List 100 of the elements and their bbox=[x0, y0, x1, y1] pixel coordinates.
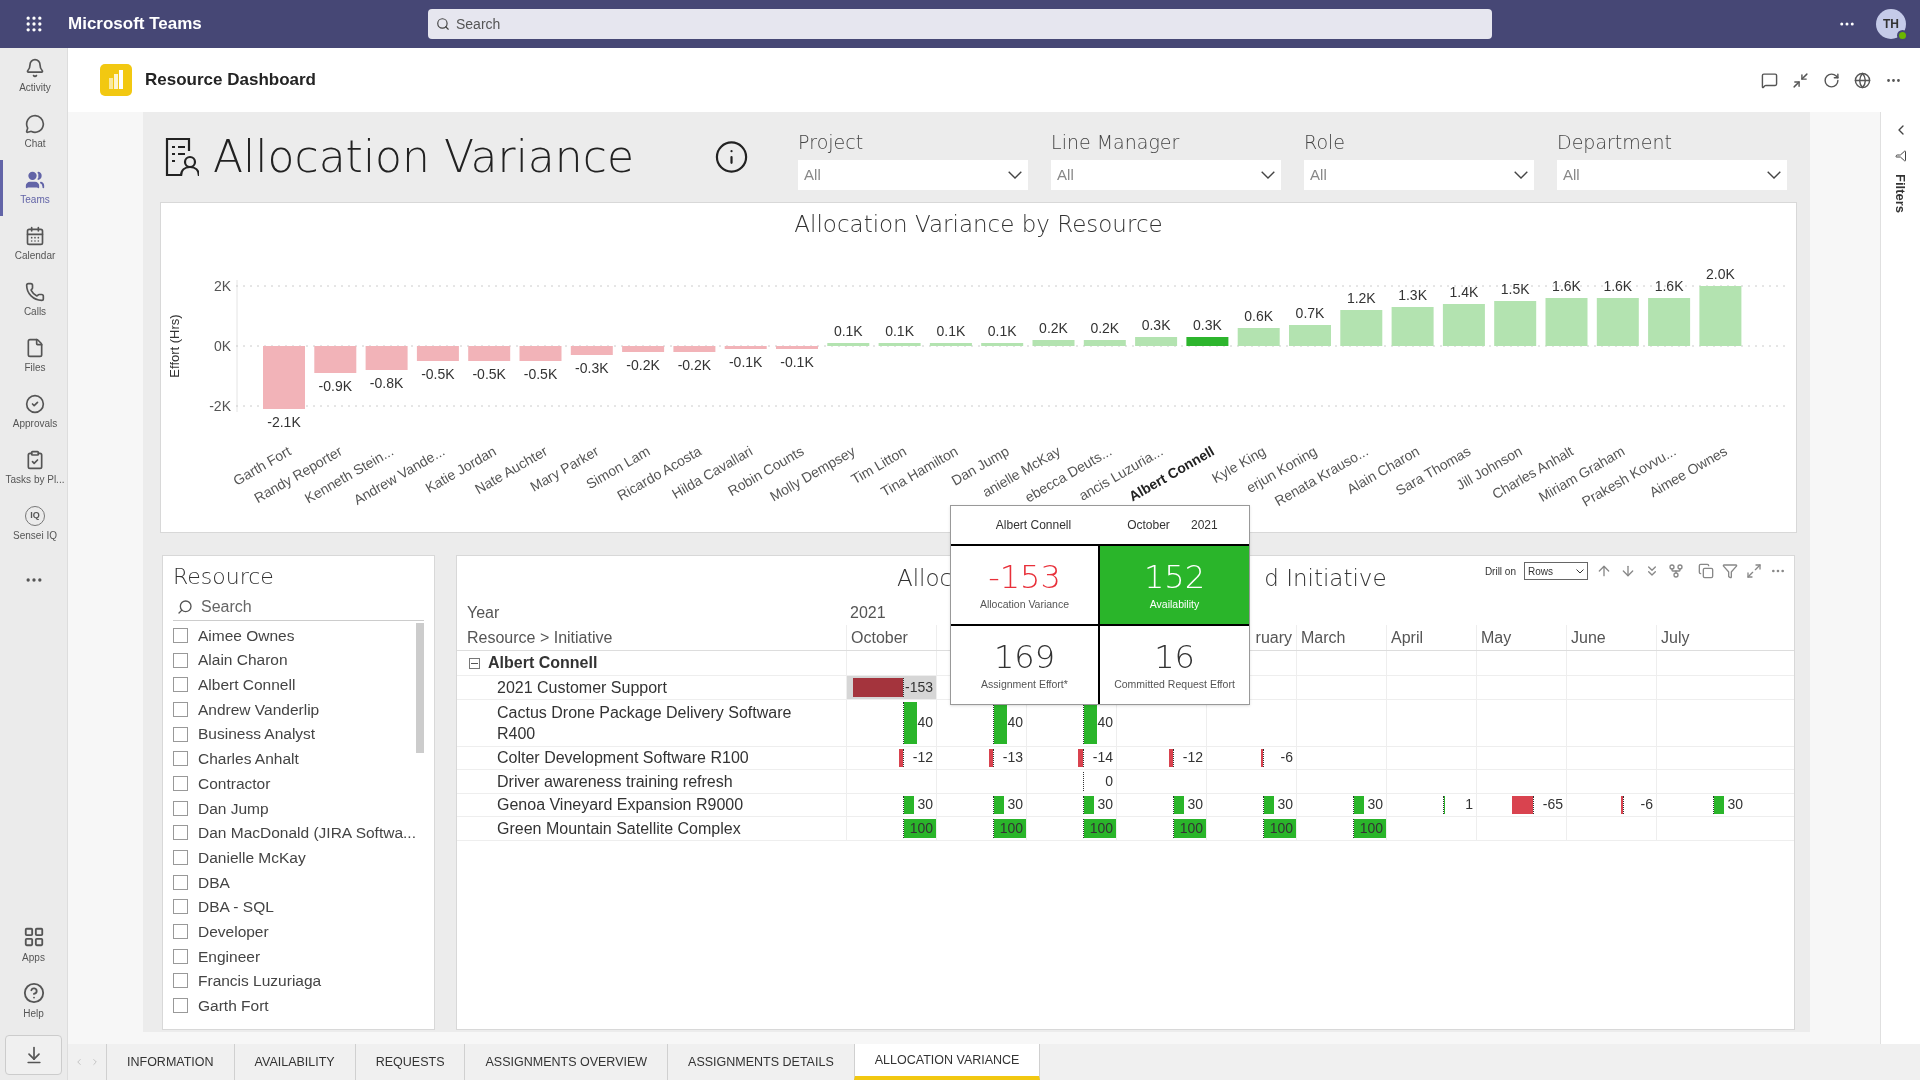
matrix-cell[interactable]: -6 bbox=[1206, 746, 1296, 769]
drill-up-icon[interactable] bbox=[1596, 563, 1612, 579]
matrix-cell[interactable]: 100 bbox=[1296, 817, 1386, 840]
matrix-cell[interactable]: 100 bbox=[846, 817, 936, 840]
bar[interactable] bbox=[1494, 300, 1537, 346]
expand-hierarchy-icon[interactable] bbox=[1668, 563, 1684, 579]
matrix-cell[interactable]: 30 bbox=[1026, 793, 1116, 816]
rail-item[interactable]: Help bbox=[0, 973, 67, 1029]
checkbox[interactable] bbox=[173, 726, 188, 742]
slicer-search-field[interactable]: Search bbox=[173, 593, 424, 621]
matrix-cell[interactable]: -14 bbox=[1026, 746, 1116, 769]
bar[interactable] bbox=[1083, 339, 1126, 346]
slicer-item[interactable]: DBA - SQL bbox=[173, 894, 416, 920]
matrix-cell[interactable]: -12 bbox=[846, 746, 936, 769]
bar[interactable] bbox=[1545, 297, 1588, 346]
matrix-cell[interactable]: 30 bbox=[936, 793, 1026, 816]
slicer-item[interactable]: Francis Luzuriaga bbox=[173, 968, 416, 994]
drill-select[interactable]: Rows bbox=[1524, 562, 1588, 580]
matrix-cell[interactable]: 30 bbox=[1296, 793, 1386, 816]
bar[interactable] bbox=[1289, 324, 1331, 346]
checkbox[interactable] bbox=[173, 899, 188, 915]
filter-dropdown[interactable]: All bbox=[1051, 160, 1282, 191]
checkbox[interactable] bbox=[173, 998, 188, 1014]
bar[interactable] bbox=[1596, 297, 1639, 346]
checkbox[interactable] bbox=[173, 775, 188, 791]
checkbox[interactable] bbox=[173, 677, 188, 693]
bar[interactable] bbox=[673, 345, 716, 352]
search-field[interactable]: Search bbox=[428, 9, 1492, 39]
rail-item[interactable]: Calls bbox=[0, 272, 67, 328]
checkbox[interactable] bbox=[173, 800, 188, 816]
bar[interactable] bbox=[827, 342, 870, 346]
matrix-cell[interactable]: 100 bbox=[936, 817, 1026, 840]
matrix-cell[interactable]: 1 bbox=[1386, 793, 1476, 816]
rail-item[interactable]: Chat bbox=[0, 104, 67, 160]
bar[interactable] bbox=[1340, 309, 1383, 346]
download-button[interactable] bbox=[5, 1035, 62, 1075]
copy-icon[interactable] bbox=[1698, 563, 1714, 579]
bar[interactable] bbox=[314, 345, 357, 373]
bar[interactable] bbox=[1391, 306, 1434, 346]
checkbox[interactable] bbox=[173, 948, 188, 964]
bar[interactable] bbox=[1442, 303, 1485, 346]
slicer-item[interactable]: Dan Jump bbox=[173, 795, 416, 821]
page-tab[interactable]: ASSIGNMENTS DETAILS bbox=[667, 1044, 854, 1080]
slicer-item[interactable]: Garth Fort bbox=[173, 993, 416, 1018]
slicer-item[interactable]: Albert Connell bbox=[173, 672, 416, 698]
info-icon[interactable] bbox=[714, 139, 750, 175]
matrix-cell[interactable]: 40 bbox=[846, 699, 936, 746]
bar[interactable] bbox=[981, 342, 1024, 346]
drill-down-icon[interactable] bbox=[1620, 563, 1636, 579]
slicer-item[interactable]: DBA bbox=[173, 869, 416, 895]
bar[interactable] bbox=[724, 345, 767, 349]
matrix-cell[interactable]: 0 bbox=[1026, 770, 1116, 793]
collapse-icon[interactable] bbox=[1792, 71, 1809, 89]
slicer-item[interactable]: Contractor bbox=[173, 771, 416, 796]
bar[interactable] bbox=[622, 345, 665, 352]
matrix-cell[interactable]: 30 bbox=[1656, 793, 1746, 816]
slicer-item[interactable]: Danielle McKay bbox=[173, 845, 416, 870]
checkbox[interactable] bbox=[173, 701, 188, 717]
rail-item[interactable]: Apps bbox=[0, 917, 67, 973]
scrollbar[interactable] bbox=[416, 623, 424, 753]
checkbox[interactable] bbox=[173, 850, 188, 866]
checkbox[interactable] bbox=[173, 751, 188, 767]
filter-icon[interactable] bbox=[1894, 150, 1907, 162]
matrix-cell[interactable]: -153 bbox=[846, 676, 936, 699]
bar[interactable] bbox=[929, 342, 972, 346]
avatar[interactable]: TH bbox=[1876, 9, 1906, 39]
filter-dropdown[interactable]: All bbox=[798, 160, 1029, 191]
matrix-cell[interactable]: 100 bbox=[1116, 817, 1206, 840]
rail-item[interactable]: Activity bbox=[0, 48, 67, 104]
app-launcher-icon[interactable] bbox=[24, 14, 44, 34]
filter-dropdown[interactable]: All bbox=[1304, 160, 1535, 191]
matrix-cell[interactable]: -13 bbox=[936, 746, 1026, 769]
bar[interactable] bbox=[468, 345, 511, 361]
bar[interactable] bbox=[519, 345, 562, 361]
matrix-cell[interactable]: 100 bbox=[1026, 817, 1116, 840]
bar[interactable] bbox=[416, 345, 459, 361]
refresh-icon[interactable] bbox=[1823, 71, 1840, 89]
focus-mode-icon[interactable] bbox=[1746, 563, 1762, 579]
bar[interactable] bbox=[365, 345, 408, 370]
filter-dropdown[interactable]: All bbox=[1557, 160, 1787, 191]
matrix-cell[interactable]: 30 bbox=[1116, 793, 1206, 816]
page-tab[interactable]: ASSIGNMENTS OVERVIEW bbox=[464, 1044, 668, 1080]
globe-icon[interactable] bbox=[1854, 71, 1871, 89]
rail-item[interactable]: Files bbox=[0, 328, 67, 384]
bar[interactable] bbox=[776, 345, 818, 349]
matrix-cell[interactable]: 100 bbox=[1206, 817, 1296, 840]
page-tab[interactable]: ALLOCATION VARIANCE bbox=[853, 1044, 1041, 1080]
rail-item[interactable]: Tasks by Pl... bbox=[0, 440, 67, 496]
page-tab[interactable]: AVAILABILITY bbox=[233, 1044, 355, 1080]
slicer-item[interactable]: Engineer bbox=[173, 943, 416, 969]
bar[interactable] bbox=[1648, 297, 1691, 346]
checkbox[interactable] bbox=[173, 874, 188, 890]
matrix-cell[interactable]: -65 bbox=[1476, 793, 1566, 816]
matrix-cell[interactable]: 30 bbox=[1206, 793, 1296, 816]
rail-item[interactable]: IQ Sensei IQ bbox=[0, 496, 67, 552]
bar[interactable] bbox=[1237, 327, 1280, 346]
slicer-item[interactable]: Dan MacDonald (JIRA Softwa... bbox=[173, 820, 416, 846]
slicer-item[interactable]: Charles Anhalt bbox=[173, 746, 416, 772]
bar[interactable] bbox=[878, 342, 921, 346]
rail-item[interactable]: Calendar bbox=[0, 216, 67, 272]
